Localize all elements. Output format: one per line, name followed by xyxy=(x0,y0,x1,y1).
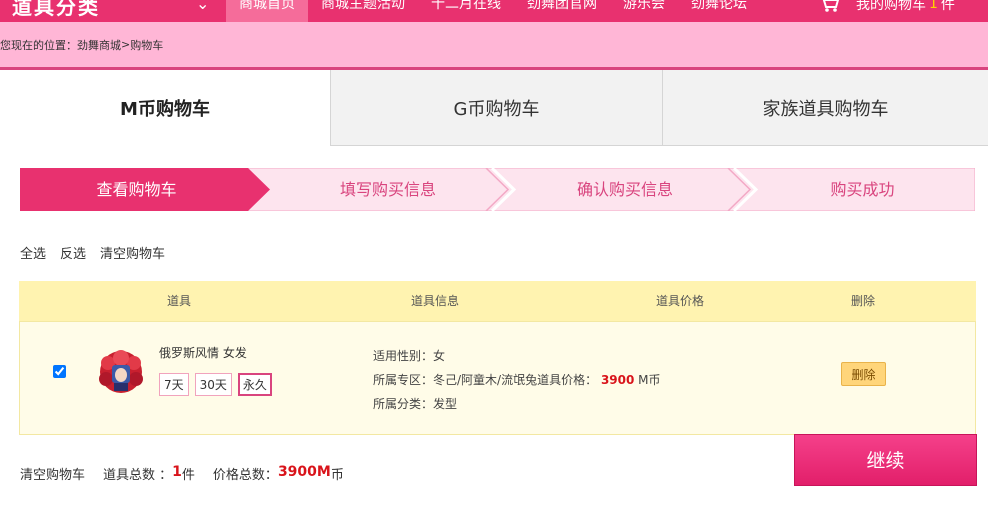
tab-m-coin-cart[interactable]: M币购物车 xyxy=(0,70,330,146)
nav-menu: 商城首页 商城主题活动 十二月在线 劲舞团官网 游乐会 劲舞论坛 xyxy=(226,0,760,22)
cart-suffix: 件 xyxy=(940,0,955,13)
cart-summary: 清空购物车 道具总数 ： 1 件 价格总数： 3900M 币 xyxy=(20,464,344,483)
cart-tabs: M币购物车 G币购物车 家族道具购物车 xyxy=(0,70,988,146)
step-fill-info: 填写购买信息 xyxy=(339,180,436,199)
nav-item-theme-activities[interactable]: 商城主题活动 xyxy=(308,0,418,22)
cart-table: 道具 道具信息 道具价格 删除 俄罗斯风情 女发 7天 30天 永久 适用性别：… xyxy=(19,281,976,435)
item-checkbox[interactable] xyxy=(53,365,66,378)
breadcrumb-separator: > xyxy=(121,38,131,51)
category-label: 所属分类： xyxy=(373,397,434,411)
header-delete: 删除 xyxy=(850,294,875,308)
breadcrumb-current: 购物车 xyxy=(130,38,164,52)
gender-line: 适用性别：女 xyxy=(373,344,661,368)
total-price-label: 价格总数： xyxy=(212,468,278,483)
select-all-link[interactable]: 全选 xyxy=(20,243,46,262)
category-value: 发型 xyxy=(433,397,458,411)
item-name: 俄罗斯风情 女发 xyxy=(159,346,247,360)
step-confirm-info: 确认购买信息 xyxy=(576,180,673,199)
breadcrumb-link-mall[interactable]: 劲舞商城 xyxy=(77,37,121,53)
top-nav: 道具分类 ⌄ 商城首页 商城主题活动 十二月在线 劲舞团官网 游乐会 劲舞论坛 … xyxy=(0,0,988,22)
item-count-unit: 件 xyxy=(181,468,195,483)
item-count-value: 1 xyxy=(172,464,182,480)
checkout-steps: 查看购物车 填写购买信息 确认购买信息 购买成功 xyxy=(20,168,975,211)
nav-item-december-online[interactable]: 十二月在线 xyxy=(418,0,514,22)
item-currency: M币 xyxy=(638,373,661,387)
duration-option-30d[interactable]: 30天 xyxy=(194,373,232,396)
gender-value: 女 xyxy=(433,349,446,363)
chevron-down-icon[interactable]: ⌄ xyxy=(196,0,209,13)
cart-prefix: 我的购物车 xyxy=(856,0,926,13)
duration-option-permanent[interactable]: 永久 xyxy=(237,373,272,396)
breadcrumb: 您现在的位置： 劲舞商城 > 购物车 xyxy=(0,22,988,70)
category-line: 所属分类：发型 xyxy=(373,392,661,416)
header-item-price: 道具价格 xyxy=(655,294,704,308)
header-item: 道具 xyxy=(166,294,191,308)
clear-cart-link[interactable]: 清空购物车 xyxy=(100,243,165,262)
table-header: 道具 道具信息 道具价格 删除 xyxy=(19,281,976,321)
gender-label: 适用性别： xyxy=(373,349,434,363)
shopping-cart-icon xyxy=(822,0,840,12)
breadcrumb-prefix: 您现在的位置： xyxy=(0,38,77,52)
delete-button[interactable]: 删除 xyxy=(841,362,886,386)
step-view-cart: 查看购物车 xyxy=(96,180,177,199)
duration-option-7d[interactable]: 7天 xyxy=(159,373,189,396)
nav-item-home[interactable]: 商城首页 xyxy=(226,0,308,22)
duration-options: 7天 30天 永久 xyxy=(159,373,272,396)
continue-button[interactable]: 继续 xyxy=(794,434,977,486)
item-count-label: 道具总数 ： xyxy=(103,468,173,483)
tab-family-item-cart[interactable]: 家族道具购物车 xyxy=(662,70,988,146)
cart-count: 1 xyxy=(929,0,938,12)
item-info: 适用性别：女 所属专区：冬己/阿童木/流氓兔道具价格： 3900 M币 所属分类… xyxy=(373,344,661,416)
zone-line: 所属专区：冬己/阿童木/流氓兔道具价格： 3900 M币 xyxy=(373,368,661,392)
cart-actions: 全选 反选 清空购物车 xyxy=(20,243,165,262)
total-price-value: 3900M xyxy=(277,464,331,480)
logo-category-title[interactable]: 道具分类 xyxy=(12,0,100,20)
total-price-unit: 币 xyxy=(330,468,344,483)
my-cart-link[interactable]: 我的购物车 1 件 xyxy=(818,0,955,14)
clear-cart-bottom-link[interactable]: 清空购物车 xyxy=(20,464,85,483)
table-row: 俄罗斯风情 女发 7天 30天 永久 适用性别：女 所属专区：冬己/阿童木/流氓… xyxy=(19,321,976,435)
invert-selection-link[interactable]: 反选 xyxy=(60,243,86,262)
step-success: 购买成功 xyxy=(830,180,895,199)
item-price: 3900 xyxy=(600,373,635,387)
nav-item-official-site[interactable]: 劲舞团官网 xyxy=(514,0,610,22)
header-item-info: 道具信息 xyxy=(410,294,459,308)
tab-g-coin-cart[interactable]: G币购物车 xyxy=(330,70,662,146)
nav-item-amusement[interactable]: 游乐会 xyxy=(610,0,678,22)
item-thumbnail[interactable] xyxy=(98,349,144,395)
zone-label: 所属专区： xyxy=(373,373,434,387)
zone-value: 冬己/阿童木/流氓兔道具价格： xyxy=(433,373,598,387)
nav-item-forum[interactable]: 劲舞论坛 xyxy=(678,0,760,22)
